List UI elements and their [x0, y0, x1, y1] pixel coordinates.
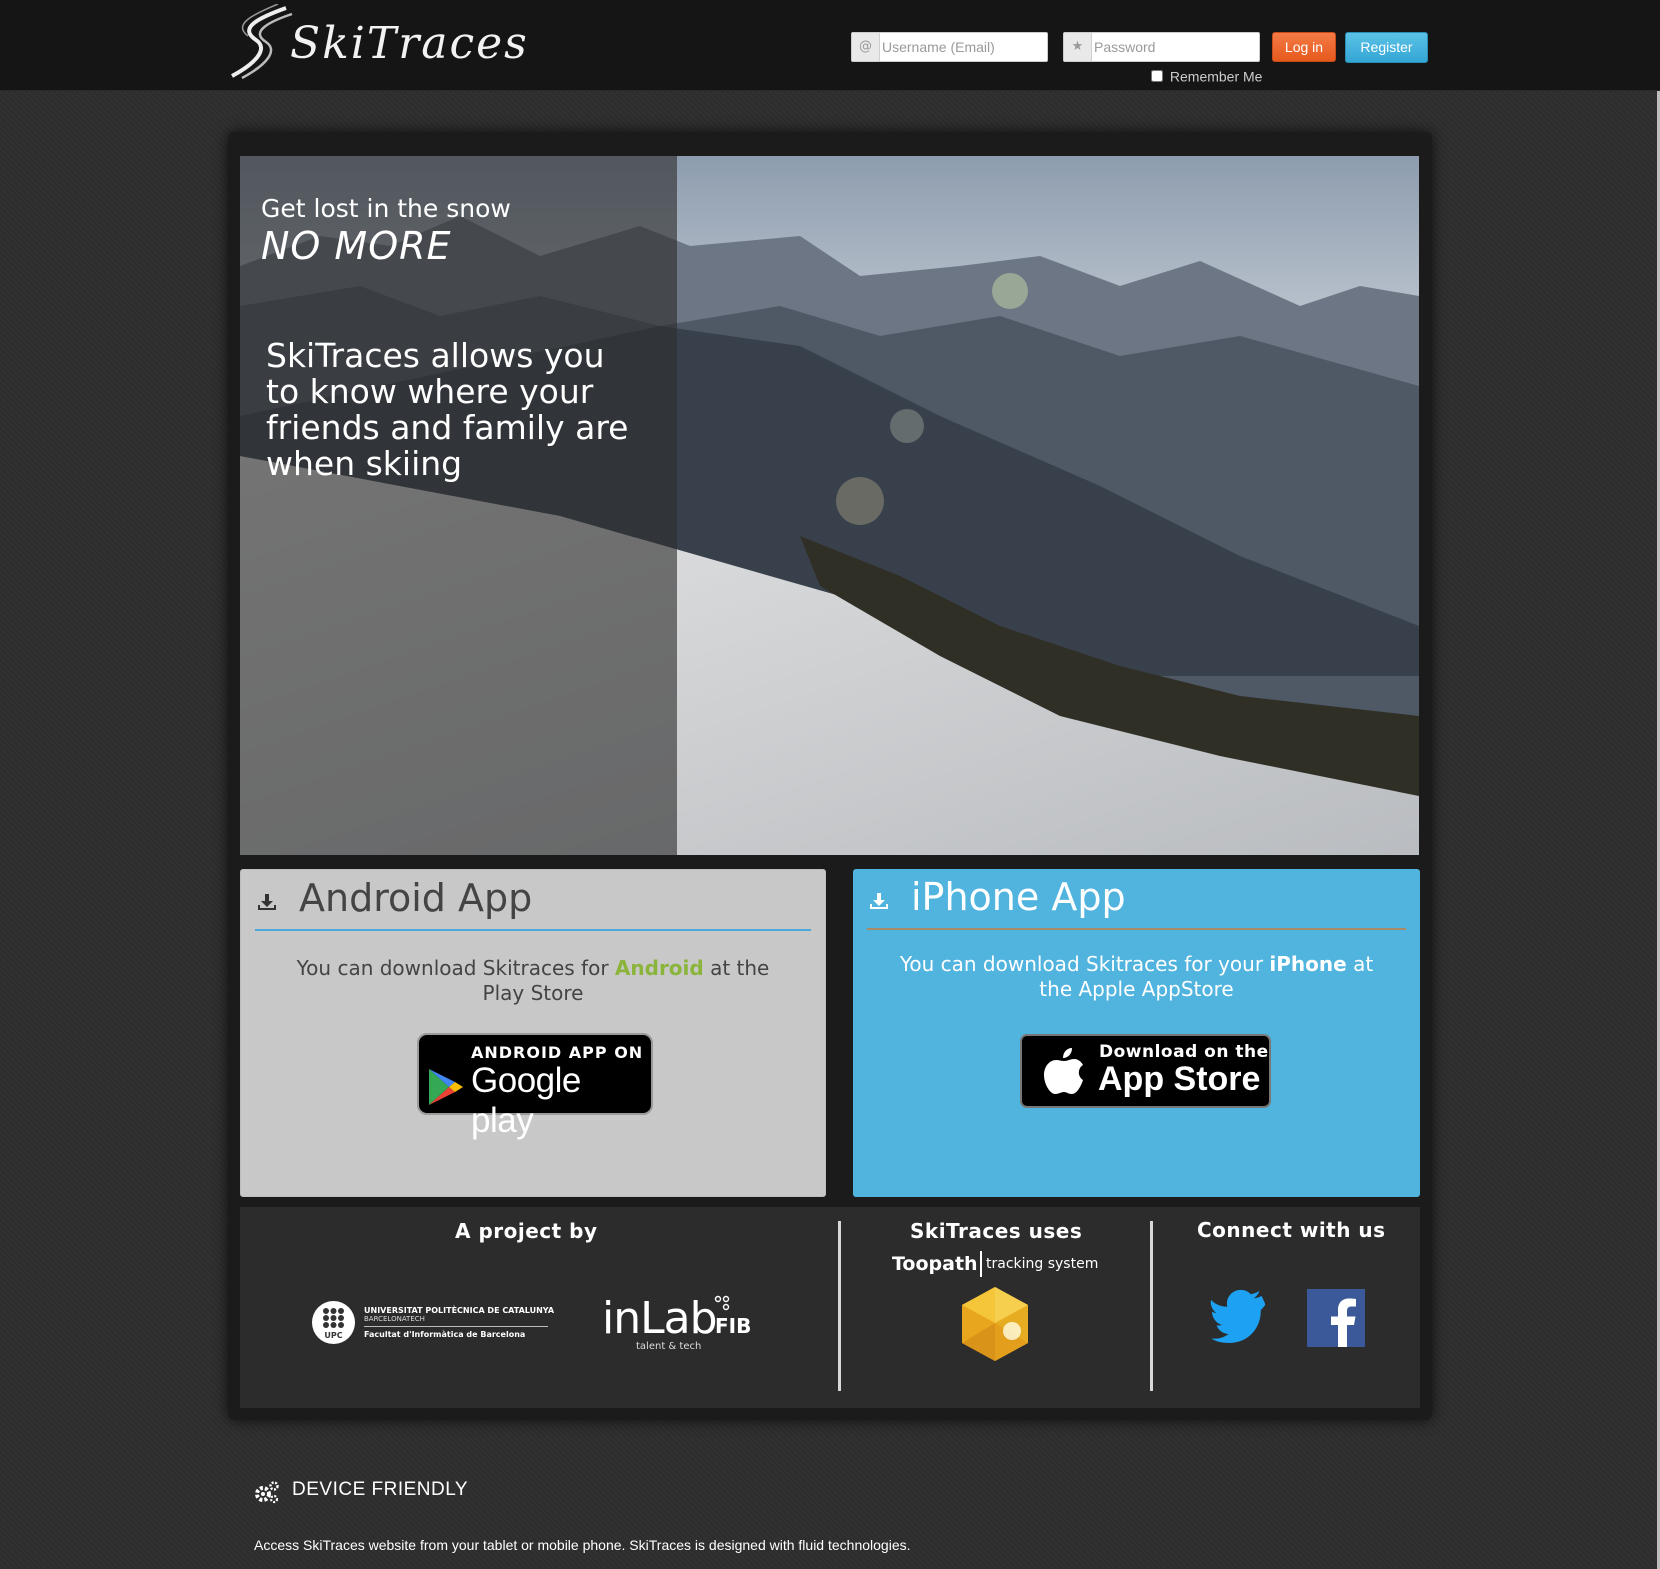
hero-text-overlay: Get lost in the snow NO MORE SkiTraces a… — [240, 156, 677, 855]
username-field[interactable]: @ — [851, 32, 1048, 62]
toopath-logo-icon[interactable] — [956, 1285, 1034, 1363]
toopath-name: Toopath — [892, 1253, 978, 1275]
uses-heading: SkiTraces uses — [910, 1219, 1083, 1243]
google-badge-main: Google play — [471, 1061, 581, 1140]
android-title-rule — [255, 929, 811, 931]
strip-divider — [838, 1221, 841, 1391]
inlab-fib-logo[interactable]: inLab FIB talent & tech — [602, 1293, 762, 1353]
feature-title: DEVICE FRIENDLY — [292, 1479, 469, 1500]
register-button[interactable]: Register — [1345, 32, 1428, 63]
android-app-title: Android App — [299, 876, 533, 920]
apple-badge-main: App Store — [1098, 1060, 1261, 1098]
remember-me-label: Remember Me — [1169, 68, 1263, 85]
partners-strip: A project by UPC UNIVERSITAT POLITÈCNICA… — [240, 1207, 1420, 1408]
project-by-heading: A project by — [455, 1219, 598, 1243]
google-play-icon — [429, 1069, 463, 1105]
remember-me[interactable]: Remember Me — [1151, 67, 1263, 85]
iphone-app-title: iPhone App — [911, 875, 1126, 919]
ski-swoosh-icon — [231, 3, 293, 80]
upc-name: UNIVERSITAT POLITÈCNICA DE CATALUNYA — [364, 1306, 555, 1315]
upc-logo[interactable]: UPC UNIVERSITAT POLITÈCNICA DE CATALUNYA… — [312, 1301, 555, 1345]
toopath-separator — [980, 1251, 982, 1277]
feature-text: Access SkiTraces website from your table… — [254, 1537, 911, 1553]
upc-seal-text: UPC — [324, 1331, 342, 1340]
android-highlight: Android — [614, 956, 704, 980]
fib-name: Facultat d'Informàtica de Barcelona — [364, 1330, 526, 1339]
iphone-app-panel: iPhone App You can download Skitraces fo… — [853, 869, 1420, 1197]
android-description: You can download Skitraces for Android a… — [296, 956, 770, 1005]
password-field[interactable]: ★ — [1063, 32, 1260, 62]
inlab-dots-icon — [714, 1295, 730, 1311]
top-navbar: SkiTraces @ ★ Log in Register Remember M… — [0, 0, 1660, 91]
iphone-highlight: iPhone — [1269, 952, 1347, 976]
skitraces-logo[interactable]: SkiTraces — [228, 3, 527, 80]
login-button[interactable]: Log in — [1272, 32, 1336, 62]
upc-subtitle: BARCELONATECH — [364, 1315, 425, 1323]
iphone-description: You can download Skitraces for your iPho… — [899, 952, 1374, 1001]
star-icon: ★ — [1064, 33, 1092, 61]
logo-text: SkiTraces — [290, 18, 529, 69]
upc-seal-icon: UPC — [312, 1301, 355, 1344]
hero-description: SkiTraces allows you to know where your … — [266, 336, 629, 483]
facebook-icon[interactable] — [1307, 1289, 1365, 1347]
google-badge-top: ANDROID APP ON — [471, 1043, 644, 1062]
password-input[interactable] — [1094, 34, 1254, 60]
upc-divider — [364, 1326, 548, 1327]
download-icon — [870, 893, 888, 909]
at-icon: @ — [852, 33, 880, 61]
strip-divider — [1150, 1221, 1153, 1391]
android-app-panel: Android App You can download Skitraces f… — [240, 869, 826, 1197]
connect-heading: Connect with us — [1197, 1218, 1386, 1242]
username-input[interactable] — [882, 34, 1042, 60]
twitter-icon[interactable] — [1210, 1289, 1268, 1347]
toopath-subtitle: tracking system — [986, 1256, 1099, 1272]
hero-tagline: Get lost in the snow — [261, 194, 511, 223]
hero-banner: Get lost in the snow NO MORE SkiTraces a… — [240, 156, 1419, 855]
inlab-word: inLab — [602, 1293, 718, 1344]
iphone-title-rule — [867, 928, 1406, 930]
google-play-badge[interactable]: ANDROID APP ON Google play — [417, 1033, 653, 1140]
gears-icon — [255, 1481, 279, 1504]
inlab-fib-text: FIB — [715, 1314, 752, 1338]
remember-me-checkbox[interactable] — [1151, 70, 1163, 83]
apple-badge-top: Download on the — [1099, 1042, 1269, 1062]
hero-tagline-emphasis: NO MORE — [261, 224, 452, 268]
app-store-badge[interactable]: Download on the App Store — [1020, 1034, 1271, 1108]
apple-icon — [1044, 1048, 1083, 1094]
inlab-tagline: talent & tech — [636, 1341, 702, 1352]
download-icon — [258, 894, 276, 910]
